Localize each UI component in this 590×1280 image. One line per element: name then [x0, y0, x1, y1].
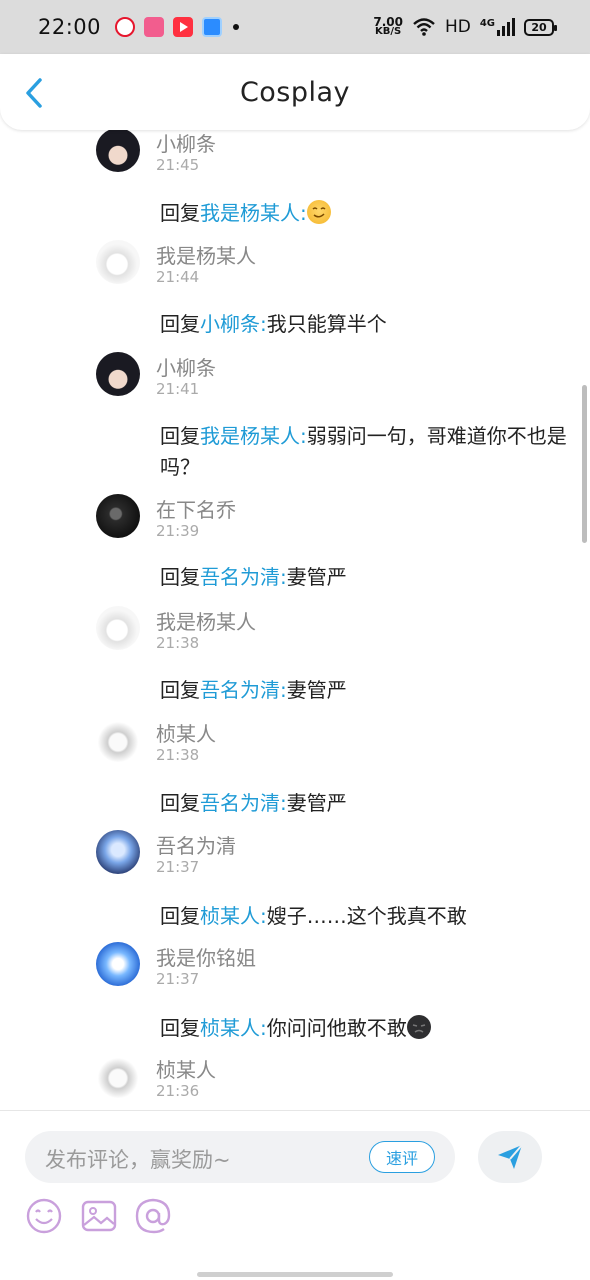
reply-mention[interactable]: 吾名为清: [200, 565, 287, 589]
comment-time: 21:38 [156, 634, 200, 652]
avatar[interactable] [96, 240, 140, 284]
home-indicator[interactable] [197, 1272, 393, 1277]
scrollbar[interactable] [582, 385, 587, 543]
comment-time: 21:38 [156, 746, 200, 764]
comment-time: 21:44 [156, 268, 200, 286]
comment-username[interactable]: 桢某人 [156, 718, 216, 747]
hd-indicator: HD [444, 17, 471, 37]
reply-mention[interactable]: 小柳条: [200, 312, 267, 336]
comment-username[interactable]: 在下名乔 [156, 494, 236, 523]
reply-mention[interactable]: 我是杨某人: [200, 201, 307, 225]
image-icon[interactable] [80, 1197, 118, 1235]
reply-mention[interactable]: 桢某人: [200, 1016, 267, 1040]
quick-comment-button[interactable]: 速评 [369, 1141, 435, 1173]
wifi-icon [413, 18, 435, 36]
avatar[interactable] [96, 352, 140, 396]
avatar[interactable] [96, 130, 140, 172]
comment-time: 21:37 [156, 858, 200, 876]
reply-text[interactable]: 回复小柳条:我只能算半个 [160, 309, 570, 340]
avatar[interactable] [96, 494, 140, 538]
at-icon[interactable] [134, 1197, 172, 1235]
battery-icon: 20 [524, 18, 557, 36]
page-title: Cosplay [239, 76, 351, 108]
back-button[interactable] [20, 76, 50, 110]
signal-icon: 4G [480, 18, 515, 36]
reply-mention[interactable]: 桢某人: [200, 904, 267, 928]
more-notifications-icon [233, 24, 240, 30]
play-app-icon [173, 17, 194, 37]
reply-text[interactable]: 回复吾名为清:妻管严 [160, 675, 570, 706]
comment-list[interactable]: 小柳条 21:45 回复我是杨某人: 我是杨某人 21:44 回复小柳条:我只能… [0, 130, 590, 1110]
avatar[interactable] [96, 606, 140, 650]
back-arrow-icon [26, 78, 42, 108]
reply-mention[interactable]: 我是杨某人: [200, 424, 307, 448]
weibo-icon [115, 17, 136, 37]
emoji-icon[interactable] [25, 1197, 63, 1235]
comment-username[interactable]: 小柳条 [156, 352, 216, 381]
reply-text[interactable]: 回复桢某人:嫂子……这个我真不敢 [160, 901, 570, 932]
comment-username[interactable]: 桢某人 [156, 1054, 216, 1083]
avatar[interactable] [96, 830, 140, 874]
comment-username[interactable]: 吾名为清 [156, 830, 236, 859]
avatar[interactable] [96, 942, 140, 986]
reply-mention[interactable]: 吾名为清: [200, 678, 287, 702]
reply-text[interactable]: 回复我是杨某人: [160, 198, 570, 229]
avatar[interactable] [96, 1054, 140, 1098]
comment-username[interactable]: 小柳条 [156, 130, 216, 157]
blue-app-icon [202, 17, 223, 37]
dark-face-emoji-icon [406, 1015, 431, 1039]
comment-composer: 发布评论，赢奖励~ 速评 [0, 1110, 590, 1280]
avatar[interactable] [96, 718, 140, 762]
comment-input[interactable]: 发布评论，赢奖励~ 速评 [25, 1131, 455, 1183]
send-icon [498, 1144, 523, 1169]
comment-time: 21:37 [156, 970, 200, 988]
reply-text[interactable]: 回复吾名为清:妻管严 [160, 562, 570, 593]
comment-input-placeholder: 发布评论，赢奖励~ [45, 1148, 231, 1172]
reply-text[interactable]: 回复桢某人:你问问他敢不敢 [160, 1013, 570, 1044]
comment-username[interactable]: 我是你铭姐 [156, 942, 256, 971]
comment-username[interactable]: 我是杨某人 [156, 240, 256, 269]
status-time: 22:00 [38, 15, 102, 39]
status-bar: 22:00 7.00 KB/S HD 4G 20 [0, 0, 590, 54]
comment-username[interactable]: 我是杨某人 [156, 606, 256, 635]
comment-time: 21:39 [156, 522, 200, 540]
comment-time: 21:36 [156, 1082, 200, 1100]
reply-text[interactable]: 回复吾名为清:妻管严 [160, 788, 570, 819]
top-bar: Cosplay [0, 54, 590, 130]
comment-time: 21:45 [156, 156, 200, 174]
video-app-icon [144, 17, 165, 37]
network-speed: 7.00 KB/S [373, 15, 403, 37]
smile-emoji-icon [306, 200, 331, 224]
send-button[interactable] [478, 1131, 542, 1183]
reply-text[interactable]: 回复我是杨某人:弱弱问一句，哥难道你不也是吗？ [160, 421, 570, 483]
comment-time: 21:41 [156, 380, 200, 398]
reply-mention[interactable]: 吾名为清: [200, 791, 287, 815]
